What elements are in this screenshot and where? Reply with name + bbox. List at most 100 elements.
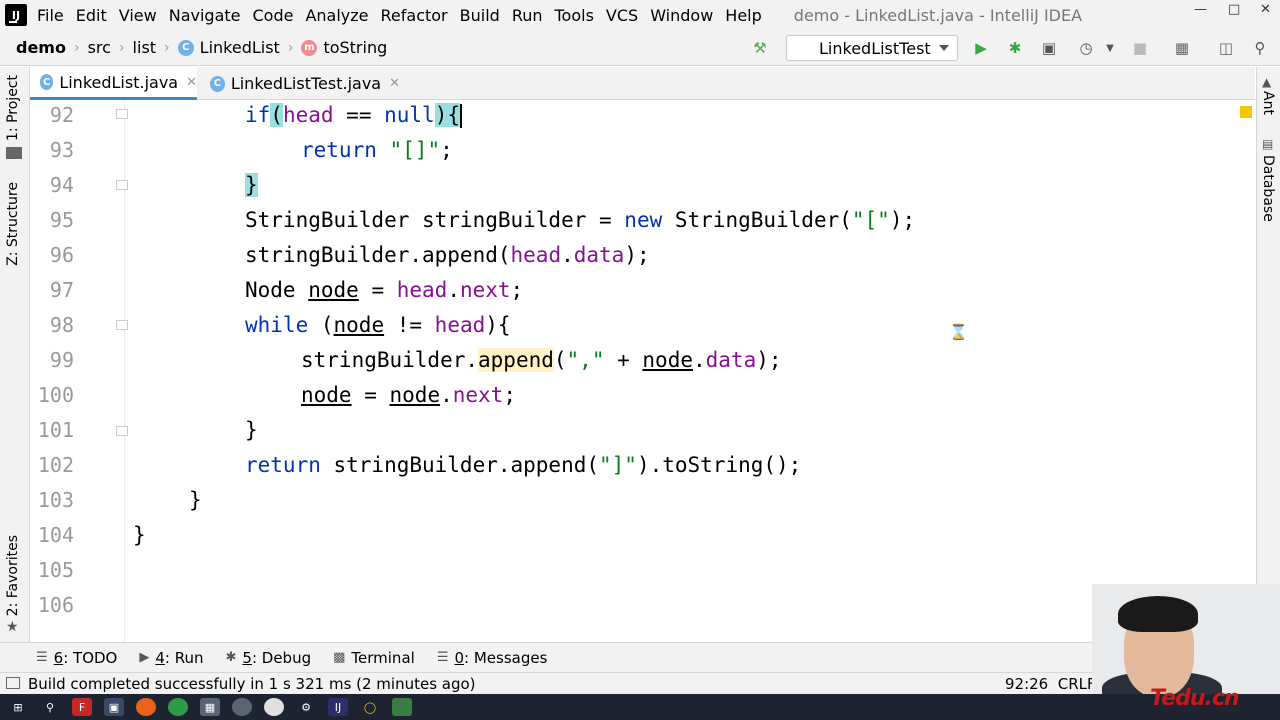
list-icon: ☰	[36, 650, 48, 665]
firefox-icon[interactable]	[136, 698, 156, 716]
code-line-97: Node node = head.next;	[245, 278, 524, 302]
fold-marker-icon[interactable]	[116, 426, 128, 436]
star-icon: ★	[6, 619, 19, 635]
database-tool-button[interactable]: Database	[1260, 155, 1276, 222]
chevron-right-icon: ›	[164, 39, 170, 56]
code-editor[interactable]: if(head == null){ return "[]"; } StringB…	[132, 100, 1252, 642]
close-icon[interactable]: ✕	[389, 76, 400, 91]
chevron-down-icon[interactable]: ▼	[1100, 38, 1120, 58]
menu-file[interactable]: File	[35, 6, 66, 25]
breadcrumb-package[interactable]: list	[133, 38, 157, 57]
windows-start-icon[interactable]: ⊞	[8, 698, 28, 716]
close-window-icon[interactable]: ✕	[1260, 2, 1271, 17]
terminal-icon: ▩	[333, 650, 346, 665]
chrome-icon[interactable]	[168, 698, 188, 716]
code-line-100: node = node.next;	[301, 383, 516, 407]
menu-refactor[interactable]: Refactor	[379, 6, 450, 25]
profile-icon[interactable]: ◷	[1076, 38, 1096, 58]
layout-icon[interactable]: ◫	[1216, 38, 1236, 58]
line-number: 103	[37, 488, 74, 512]
line-number: 101	[37, 418, 74, 442]
menu-tools[interactable]: Tools	[553, 6, 596, 25]
maximize-icon[interactable]: □	[1228, 2, 1240, 17]
code-line-102: return stringBuilder.append("]").toStrin…	[245, 453, 802, 477]
project-structure-icon[interactable]: ▦	[1172, 38, 1192, 58]
menu-edit[interactable]: Edit	[74, 6, 109, 25]
menu-code[interactable]: Code	[251, 6, 296, 25]
app-f-icon[interactable]: F	[72, 698, 92, 716]
menu-help[interactable]: Help	[723, 6, 763, 25]
terminal-tool-button[interactable]: ▩ Terminal	[333, 649, 415, 667]
breadcrumb-src[interactable]: src	[88, 38, 111, 57]
breadcrumb-project[interactable]: demo	[16, 38, 66, 57]
line-number: 93	[49, 138, 74, 162]
debug-tool-button[interactable]: ✱ 5: Debug	[226, 649, 312, 667]
code-line-92: if(head == null){	[245, 103, 462, 128]
line-number: 96	[49, 243, 74, 267]
run-tool-button[interactable]: ▶ 4: Run	[139, 649, 203, 667]
run-icon[interactable]: ▶	[971, 38, 991, 58]
menu-build[interactable]: Build	[458, 6, 502, 25]
tab-linkedlisttest-java[interactable]: C LinkedListTest.java ✕	[200, 67, 400, 100]
line-number: 97	[49, 278, 74, 302]
menu-navigate[interactable]: Navigate	[167, 6, 243, 25]
tab-linkedlist-java[interactable]: C LinkedList.java ✕	[30, 67, 197, 100]
build-hammer-icon[interactable]: ⚒	[750, 38, 770, 58]
file-manager-icon[interactable]: ▦	[200, 698, 220, 716]
minimize-icon[interactable]: —	[1194, 2, 1207, 17]
status-bar: Build completed successfully in 1 s 321 …	[0, 672, 1280, 694]
app-circle-icon[interactable]	[232, 698, 252, 716]
search-icon[interactable]: ⚲	[40, 698, 60, 716]
class-icon: C	[40, 74, 54, 90]
breadcrumb-class[interactable]: C LinkedList	[177, 38, 280, 57]
fold-marker-icon[interactable]	[116, 180, 128, 190]
search-icon[interactable]: ⚲	[1250, 38, 1270, 58]
warning-marker-icon[interactable]	[1240, 106, 1252, 118]
app-green-icon[interactable]	[392, 698, 412, 716]
debug-bug-icon[interactable]: ✱	[1005, 38, 1025, 58]
favorites-tool-button[interactable]: 2: Favorites	[5, 535, 21, 616]
bug-icon: ✱	[225, 650, 237, 665]
intellij-logo-icon[interactable]: IJ	[5, 4, 27, 26]
menu-analyze[interactable]: Analyze	[303, 6, 370, 25]
breadcrumb: demo › src › list › C LinkedList › m toStr…	[16, 38, 387, 57]
stop-icon[interactable]: ■	[1130, 38, 1150, 58]
close-icon[interactable]: ✕	[186, 75, 197, 90]
tab-label: LinkedListTest.java	[230, 74, 382, 93]
class-icon: C	[177, 39, 194, 56]
code-line-99: stringBuilder.append("," + node.data);	[301, 348, 782, 372]
fold-marker-icon[interactable]	[116, 109, 128, 119]
fold-marker-icon[interactable]	[116, 320, 128, 330]
menu-window[interactable]: Window	[648, 6, 715, 25]
chevron-right-icon: ›	[118, 39, 125, 56]
menu-run[interactable]: Run	[510, 6, 545, 25]
caret-position[interactable]: 92:26 CRLF	[1005, 675, 1096, 693]
breadcrumb-method[interactable]: m toString	[301, 38, 387, 57]
line-number: 95	[49, 208, 74, 232]
line-number: 104	[37, 523, 74, 547]
chevron-right-icon: ›	[287, 39, 294, 56]
messages-tool-button[interactable]: ☰ 0: Messages	[437, 649, 548, 667]
text-caret	[460, 104, 462, 128]
app-window-icon[interactable]: ▣	[104, 698, 124, 716]
run-configuration-select[interactable]: LinkedListTest	[786, 35, 958, 61]
editor-tab-bar: C LinkedList.java ✕ C LinkedListTest.jav…	[30, 67, 1255, 100]
todo-tool-button[interactable]: ☰ 6: TODO	[36, 649, 117, 667]
line-number: 102	[37, 453, 74, 477]
coverage-icon[interactable]: ▣	[1039, 38, 1059, 58]
menu-vcs[interactable]: VCS	[604, 6, 640, 25]
status-message: Build completed successfully in 1 s 321 …	[28, 674, 476, 693]
run-icon: ▶	[139, 650, 150, 665]
project-tool-button[interactable]: 1: Project	[5, 75, 21, 141]
status-layout-icon[interactable]	[6, 677, 20, 689]
structure-tool-button[interactable]: Z: Structure	[5, 182, 21, 266]
navigation-bar: demo › src › list › C LinkedList › m toStr…	[0, 30, 1280, 66]
settings-icon[interactable]: ⚙	[296, 698, 316, 716]
run-configuration-label: LinkedListTest	[819, 38, 931, 58]
intellij-taskbar-icon[interactable]: IJ	[328, 698, 348, 716]
code-line-94: }	[245, 173, 258, 197]
menu-view[interactable]: View	[117, 6, 159, 25]
ant-tool-button[interactable]: Ant	[1260, 91, 1276, 115]
app-ring-icon[interactable]: ◯	[360, 698, 380, 716]
app-white-icon[interactable]	[264, 698, 284, 716]
